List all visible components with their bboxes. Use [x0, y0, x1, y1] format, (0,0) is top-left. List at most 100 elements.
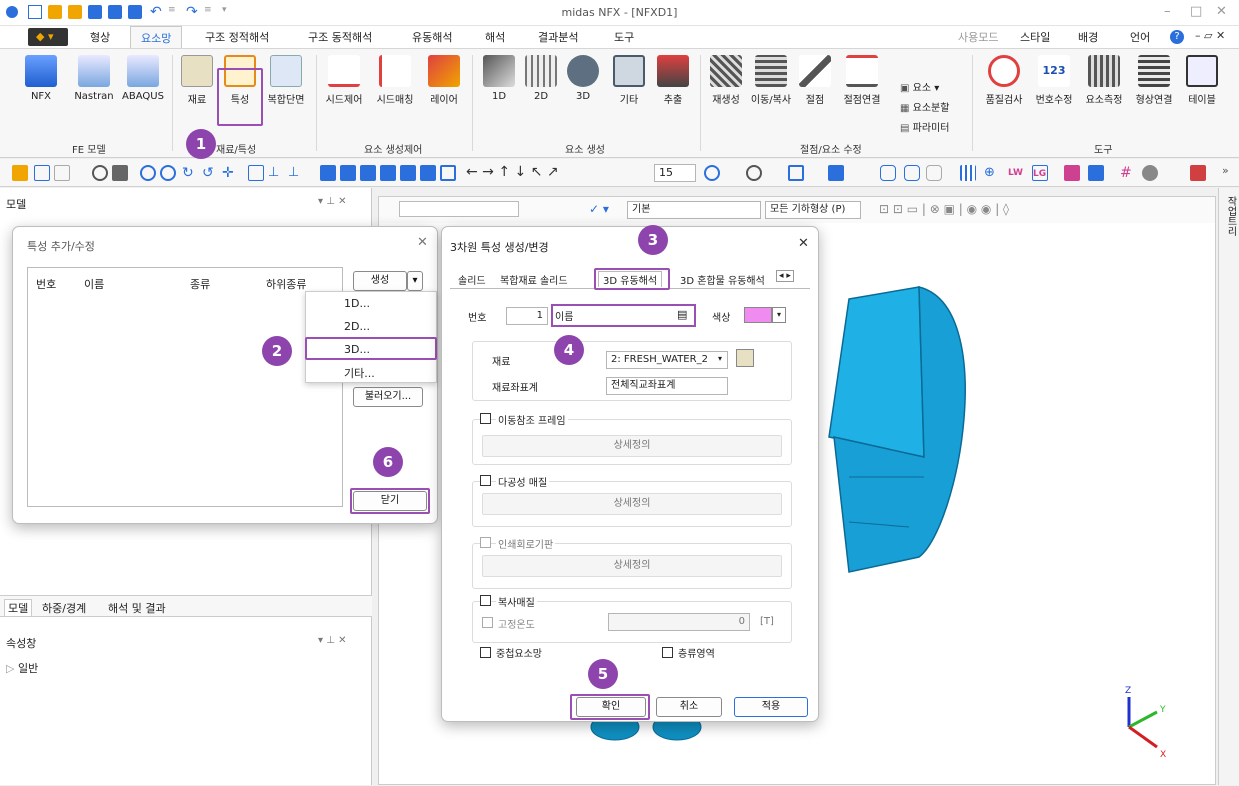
material-dropdown-icon[interactable]: ▾ — [718, 354, 722, 363]
mesh-1d-button[interactable]: 1D — [482, 55, 516, 102]
zoom-in-icon[interactable] — [140, 165, 156, 181]
regenerate-button[interactable]: 재생성 — [706, 55, 746, 106]
tab-mesh[interactable]: 요소망 — [130, 26, 183, 48]
parameter-button[interactable]: ▤ 파라미터 — [900, 119, 949, 134]
create-dropdown-button[interactable]: ▾ — [407, 271, 423, 291]
pan-icon[interactable]: ✛ — [222, 165, 238, 181]
background-menu[interactable]: 배경 — [1078, 29, 1098, 45]
abaqus-button[interactable]: ABAQUS — [118, 55, 168, 102]
style-menu[interactable]: 스타일 — [1020, 29, 1050, 45]
material-coord-dropdown[interactable]: 전체직교좌표계 — [606, 377, 728, 395]
toolbar-overflow-icon[interactable]: » — [1222, 164, 1229, 177]
mesh-other-button[interactable]: 기타 — [612, 55, 646, 106]
shape-connect-button[interactable]: 형상연결 — [1130, 55, 1178, 106]
select-mode-icon[interactable]: ✓ ▾ — [589, 202, 609, 216]
nfx-button[interactable]: NFX — [24, 55, 58, 102]
moving-frame-detail-button[interactable]: 상세정의 — [482, 435, 782, 457]
snap2-icon[interactable]: ⊥ — [288, 165, 304, 181]
app-menu-button[interactable]: ◆ ▾ — [28, 28, 68, 46]
tab-analysis-results[interactable]: 해석 및 결과 — [108, 600, 166, 616]
select-icon[interactable] — [12, 165, 28, 181]
tab-composite-solid[interactable]: 복합재료 솔리드 — [500, 272, 568, 287]
work-tree-strip[interactable]: 작업트리 — [1218, 188, 1239, 785]
grid-icon[interactable] — [248, 165, 264, 181]
filter-icon[interactable] — [1064, 165, 1080, 181]
view-left-icon[interactable] — [380, 165, 396, 181]
unlock-icon[interactable] — [54, 165, 70, 181]
fixed-temp-checkbox[interactable] — [482, 617, 493, 628]
tab-dynamic[interactable]: 구조 동적해석 — [308, 29, 372, 45]
radiation-checkbox[interactable] — [480, 595, 491, 606]
menu-item-2d[interactable]: 2D... — [344, 320, 370, 333]
name-field-box[interactable]: 이름 ▤ — [551, 304, 696, 327]
display-icon[interactable] — [704, 165, 720, 181]
maximize-icon[interactable]: □ — [1190, 4, 1202, 19]
perspective-icon[interactable] — [828, 165, 844, 181]
tab-model[interactable]: 모델 — [4, 599, 33, 617]
color-swatch[interactable] — [744, 307, 772, 323]
property-3d-close-icon[interactable]: ✕ — [798, 236, 809, 251]
view-back-icon[interactable] — [360, 165, 376, 181]
minimize-icon[interactable]: – — [1164, 4, 1171, 19]
property-pin-icon[interactable]: ▾ ⊥ ✕ — [318, 635, 346, 646]
render-icon[interactable] — [746, 165, 762, 181]
help-icon[interactable]: ? — [1170, 30, 1184, 44]
user-mode-menu[interactable]: 사용모드 — [958, 29, 998, 45]
tab-analysis[interactable]: 해석 — [485, 29, 505, 45]
pcb-detail-button[interactable]: 상세정의 — [482, 555, 782, 577]
element-split-button[interactable]: ▦ 요소분할 — [900, 99, 949, 114]
hash-icon[interactable]: # — [1120, 165, 1136, 181]
move-copy-button[interactable]: 이동/복사 — [746, 55, 796, 106]
nastran-button[interactable]: Nastran — [68, 55, 120, 102]
laminar-checkbox[interactable] — [662, 647, 673, 658]
renumber-button[interactable]: 123 번호수정 — [1030, 55, 1078, 106]
sphere-icon[interactable] — [1142, 165, 1158, 181]
table-button[interactable]: 테이블 — [1182, 55, 1222, 106]
rotate-icon[interactable]: ↻ — [182, 165, 198, 181]
material-dropdown[interactable]: 2: FRESH_WATER_2 — [606, 351, 728, 369]
view-iso-icon[interactable] — [320, 165, 336, 181]
zoom-out-icon[interactable] — [160, 165, 176, 181]
quality-check-button[interactable]: 품질검사 — [980, 55, 1028, 106]
element-measure-button[interactable]: 요소측정 — [1080, 55, 1128, 106]
cancel-button[interactable]: 취소 — [656, 697, 722, 717]
tab-scroll-icon[interactable]: ◂ ▸ — [776, 270, 794, 282]
porous-detail-button[interactable]: 상세정의 — [482, 493, 782, 515]
tab-cfd[interactable]: 유동해석 — [412, 29, 452, 45]
shade-icon[interactable] — [788, 165, 804, 181]
overlap-mesh-checkbox[interactable] — [480, 647, 491, 658]
view-top-icon[interactable] — [420, 165, 436, 181]
tab-static[interactable]: 구조 정적해석 — [205, 29, 269, 45]
property-dialog-close-icon[interactable]: ✕ — [417, 235, 428, 250]
cluster-icon[interactable] — [1088, 165, 1104, 181]
select-tools-icon[interactable]: ⊡ ⊡ ▭ | ⊗ ▣ | ◉ ◉ | ◊ — [879, 202, 1009, 216]
language-menu[interactable]: 언어 — [1130, 29, 1150, 45]
tab-results[interactable]: 결과분석 — [538, 29, 578, 45]
layer-button[interactable]: 레이어 — [424, 55, 464, 106]
view-bottom-icon[interactable] — [440, 165, 456, 181]
mesh-display-icon[interactable] — [960, 165, 976, 181]
lock-icon[interactable] — [34, 165, 50, 181]
rotation-step-input[interactable]: 15 — [654, 164, 696, 182]
element-small-button[interactable]: ▣ 요소 ▾ — [900, 79, 939, 94]
snap-icon[interactable]: ⊥ — [268, 165, 284, 181]
selection-filter-box[interactable] — [399, 201, 519, 217]
toggle-icon[interactable] — [926, 165, 942, 181]
color-dropdown-icon[interactable]: ▾ — [772, 307, 786, 323]
tab-3d-mixture-cfd[interactable]: 3D 혼합물 유동해석 — [680, 272, 765, 287]
seed-control-button[interactable]: 시드제어 — [322, 55, 366, 106]
create-button[interactable]: 생성 — [353, 271, 407, 291]
property-general-row[interactable]: ▷ 일반 — [6, 660, 38, 676]
name-list-icon[interactable]: ▤ — [677, 308, 687, 321]
show-icon[interactable] — [904, 165, 920, 181]
mesh-2d-button[interactable]: 2D — [524, 55, 558, 102]
view-right-icon[interactable] — [400, 165, 416, 181]
menu-item-1d[interactable]: 1D... — [344, 297, 370, 310]
geometry-filter-dropdown[interactable]: 모든 기하형상 (P) — [765, 201, 861, 219]
node-connect-button[interactable]: 절점연결 — [840, 55, 884, 106]
zoom-window-icon[interactable] — [112, 165, 128, 181]
close-icon[interactable]: ✕ — [1216, 4, 1227, 19]
label-lw-icon[interactable]: LW — [1008, 165, 1024, 181]
fixed-temp-input[interactable]: 0 — [608, 613, 750, 631]
material-button[interactable]: 재료 — [180, 55, 214, 106]
